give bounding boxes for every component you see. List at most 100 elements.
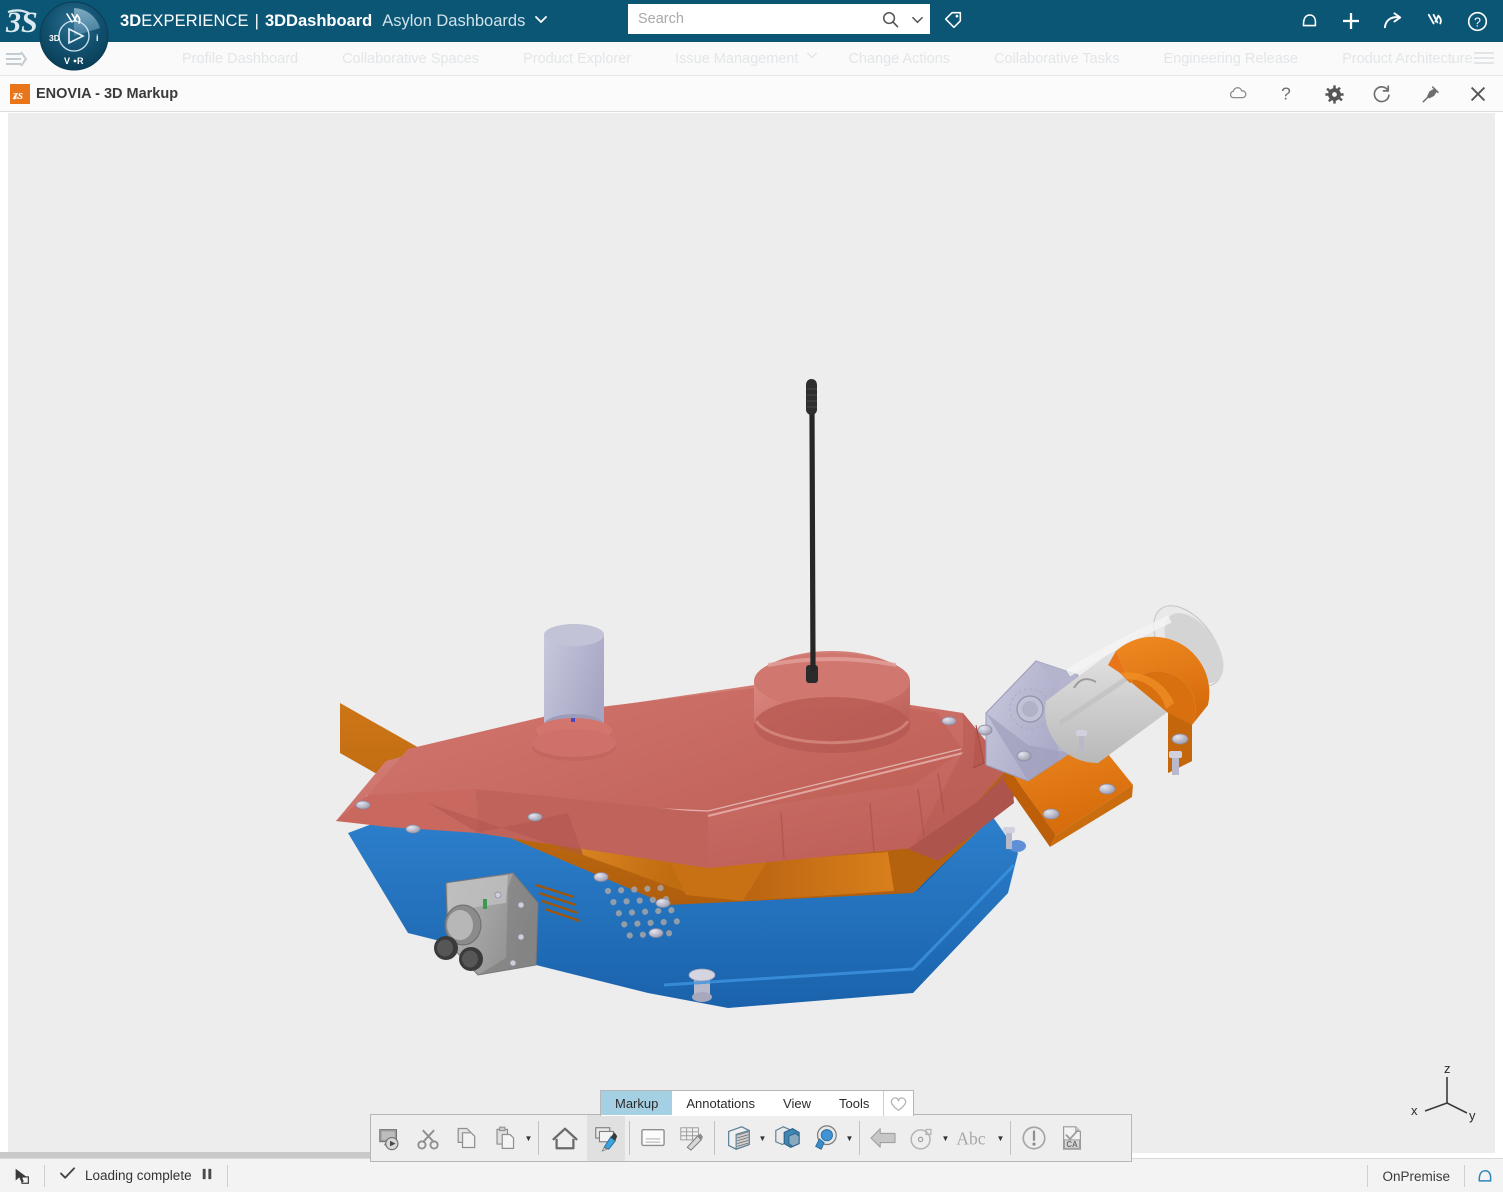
home-button[interactable] [543, 1115, 587, 1161]
top-right-icon-group: ? [1297, 0, 1499, 42]
issue-management-chevron-down-icon[interactable] [806, 42, 826, 76]
gps-puck [532, 624, 616, 761]
status-divider [227, 1165, 228, 1187]
circle-chevron-down-icon[interactable]: ▼ [940, 1115, 951, 1161]
app-header-bar: ʑs ENOVIA - 3D Markup ? [0, 76, 1503, 112]
navigation-tab-row: Profile Dashboard Collaborative Spaces P… [0, 42, 1503, 76]
svg-text:3D: 3D [49, 33, 60, 43]
svg-text:CA: CA [1066, 1140, 1078, 1149]
status-message-group: Loading complete [45, 1159, 227, 1193]
back-arrow-button[interactable] [864, 1115, 902, 1161]
top-brand-bar: 3S 3D i V R [0, 0, 1503, 42]
pause-icon[interactable] [201, 1167, 213, 1184]
note-button[interactable] [634, 1115, 672, 1161]
menu-icon[interactable] [4, 48, 30, 70]
page-title: ENOVIA - 3D Markup [36, 76, 178, 112]
gear-icon[interactable] [1323, 83, 1345, 105]
chevron-down-icon[interactable] [534, 12, 548, 31]
screen-capture-button[interactable] [371, 1115, 409, 1161]
notification-bell-icon[interactable] [1465, 1159, 1503, 1193]
help-icon[interactable]: ? [1465, 9, 1489, 33]
heart-icon[interactable] [883, 1091, 913, 1116]
notifications-icon[interactable] [1297, 9, 1321, 33]
axis-triad: z x y [1407, 1057, 1485, 1131]
issue-button[interactable] [1015, 1115, 1053, 1161]
svg-text:Abc: Abc [956, 1128, 985, 1148]
select-cursor-icon[interactable] [0, 1159, 44, 1193]
add-icon[interactable] [1339, 9, 1363, 33]
status-bar: Loading complete OnPremise [0, 1158, 1503, 1192]
grid-edit-button[interactable] [672, 1115, 710, 1161]
app-title-block: 3DEXPERIENCE | 3DDashboard Asylon Dashbo… [120, 0, 548, 42]
centre-dome [754, 651, 910, 753]
measure-button[interactable] [806, 1115, 844, 1161]
change-action-button[interactable]: CA [1053, 1115, 1091, 1161]
toolbar-divider [1010, 1121, 1011, 1155]
dashboard-space-name[interactable]: Asylon Dashboards [382, 12, 525, 31]
app-header-icon-group: ? [1227, 76, 1489, 112]
3d-compass[interactable]: 3D i V R [38, 0, 110, 72]
nav-tab-collaborative-spaces[interactable]: Collaborative Spaces [320, 42, 501, 76]
tab-markup[interactable]: Markup [601, 1091, 672, 1115]
tab-tools[interactable]: Tools [825, 1091, 883, 1115]
copy-button[interactable] [447, 1115, 485, 1161]
deployment-label: OnPremise [1368, 1169, 1464, 1184]
nav-tab-collaborative-tasks[interactable]: Collaborative Tasks [972, 42, 1141, 76]
nav-more-chevron-right-icon[interactable]: › [1450, 42, 1455, 76]
title-3ddashboard: 3DDashboard [265, 12, 372, 31]
search-bar[interactable] [628, 4, 930, 34]
toolbar-group-tools: ▼ ▼ [625, 1115, 1091, 1161]
circle-tool-button[interactable] [902, 1115, 940, 1161]
toolbar-divider [538, 1121, 539, 1155]
text-chevron-down-icon[interactable]: ▼ [995, 1115, 1006, 1161]
svg-text:?: ? [1281, 84, 1291, 104]
nav-tab-engineering-release[interactable]: Engineering Release [1141, 42, 1320, 76]
navigation-tabs: Profile Dashboard Collaborative Spaces P… [160, 42, 1495, 76]
toolbar-divider [714, 1121, 715, 1155]
title-3d: 3D [120, 12, 141, 31]
title-separator: | [255, 12, 259, 31]
tab-annotations[interactable]: Annotations [672, 1091, 769, 1115]
svg-text:V: V [64, 56, 70, 66]
tab-view[interactable]: View [769, 1091, 825, 1115]
nav-tab-change-actions[interactable]: Change Actions [826, 42, 972, 76]
svg-text:y: y [1469, 1108, 1476, 1123]
pin-icon[interactable] [1419, 83, 1441, 105]
toolbar-group-markup [587, 1115, 625, 1161]
search-chevron-down-icon[interactable] [905, 5, 929, 33]
3d-viewport[interactable]: z x y [8, 113, 1495, 1153]
measure-chevron-down-icon[interactable]: ▼ [844, 1115, 855, 1161]
text-tool-button[interactable]: Abc [951, 1115, 995, 1161]
help-icon[interactable]: ? [1275, 83, 1297, 105]
cloud-icon[interactable] [1227, 83, 1249, 105]
svg-text:R: R [77, 56, 84, 66]
nav-tab-product-architecture[interactable]: Product Architecture [1320, 42, 1495, 76]
svg-text:z: z [1444, 1061, 1451, 1076]
refresh-icon[interactable] [1371, 83, 1393, 105]
explode-button[interactable] [768, 1115, 806, 1161]
svg-text:x: x [1411, 1103, 1418, 1118]
section-button[interactable] [719, 1115, 757, 1161]
markup-tool-button[interactable] [587, 1115, 625, 1161]
community-icon[interactable] [1423, 9, 1447, 33]
svg-text:?: ? [1474, 15, 1481, 29]
section-chevron-down-icon[interactable]: ▼ [757, 1115, 768, 1161]
toolbar-divider [859, 1121, 860, 1155]
share-icon[interactable] [1381, 9, 1405, 33]
paste-chevron-down-icon[interactable]: ▼ [523, 1115, 534, 1161]
close-icon[interactable] [1467, 83, 1489, 105]
nav-tab-product-explorer[interactable]: Product Explorer [501, 42, 653, 76]
search-input[interactable] [638, 6, 875, 32]
status-right-group: OnPremise [1367, 1159, 1503, 1193]
nav-tab-profile-dashboard[interactable]: Profile Dashboard [160, 42, 320, 76]
check-icon [59, 1166, 76, 1185]
tag-icon[interactable] [940, 6, 966, 34]
paste-button[interactable] [485, 1115, 523, 1161]
svg-text:i: i [96, 33, 99, 43]
3d-model-render[interactable] [8, 113, 1495, 1153]
search-icon[interactable] [875, 5, 905, 33]
grid-menu-icon[interactable] [1473, 50, 1495, 68]
cut-button[interactable] [409, 1115, 447, 1161]
nav-tab-issue-management[interactable]: Issue Management [653, 42, 820, 76]
status-text: Loading complete [85, 1168, 192, 1183]
